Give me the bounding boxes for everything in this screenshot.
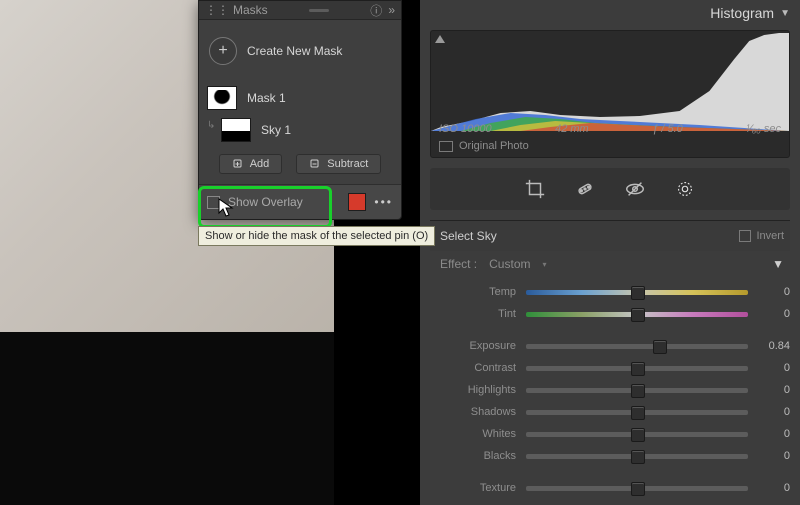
slider-track[interactable] [526, 312, 748, 317]
slider-knob[interactable] [653, 340, 667, 354]
canvas-empty [0, 332, 334, 505]
mask-tool-icon[interactable] [674, 178, 696, 200]
slider-contrast: Contrast 0 [430, 357, 790, 379]
heal-tool-icon[interactable] [574, 178, 596, 200]
tool-strip [430, 168, 790, 210]
create-new-mask-label: Create New Mask [247, 44, 342, 58]
slider-label: Exposure [430, 340, 526, 352]
slider-track[interactable] [526, 366, 748, 371]
original-photo-checkbox[interactable] [439, 141, 453, 152]
redeye-tool-icon[interactable] [624, 178, 646, 200]
invert-label: Invert [756, 230, 784, 242]
chevron-down-icon: ▼ [780, 8, 790, 19]
expand-icon[interactable]: » [388, 3, 395, 17]
slider-value[interactable]: 0 [748, 428, 790, 440]
slider-value[interactable]: 0 [748, 286, 790, 298]
meta-shutter: ¹⁄₆₀ sec [746, 123, 781, 135]
right-panel: Histogram ▼ ISO 10000 42 mm ƒ / 5.0 ¹⁄₆₀… [420, 0, 800, 505]
add-button[interactable]: Add [219, 154, 283, 174]
masks-title: Masks [233, 3, 268, 17]
slider-value[interactable]: 0 [748, 482, 790, 494]
slider-value[interactable]: 0 [748, 308, 790, 320]
plus-icon: + [209, 37, 237, 65]
subtract-icon [309, 158, 321, 170]
slider-track[interactable] [526, 388, 748, 393]
slider-value[interactable]: 0 [748, 450, 790, 462]
slider-label: Highlights [430, 384, 526, 396]
section-title: Select Sky [440, 229, 497, 243]
show-overlay-label: Show Overlay [228, 195, 303, 209]
slider-track[interactable] [526, 432, 748, 437]
slider-value[interactable]: 0 [748, 384, 790, 396]
histogram[interactable]: ISO 10000 42 mm ƒ / 5.0 ¹⁄₆₀ sec Origina… [430, 30, 790, 158]
histogram-title: Histogram [710, 5, 774, 21]
slider-knob[interactable] [631, 362, 645, 376]
slider-label: Whites [430, 428, 526, 440]
slider-temp: Temp 0 [430, 281, 790, 303]
slider-knob[interactable] [631, 482, 645, 496]
masks-panel[interactable]: ⋮⋮ Masks ⓘ » + Create New Mask Mask 1 Sky … [198, 0, 402, 220]
slider-whites: Whites 0 [430, 423, 790, 445]
slider-exposure: Exposure 0.84 [430, 335, 790, 357]
more-icon[interactable]: ••• [374, 195, 393, 209]
mask-component-sky[interactable]: Sky 1 [199, 114, 401, 146]
slider-knob[interactable] [631, 428, 645, 442]
slider-track[interactable] [526, 410, 748, 415]
effect-label: Effect : [440, 257, 477, 271]
sliders-group: Temp0Tint0Exposure0.84Contrast0Highlight… [430, 281, 790, 499]
slider-shadows: Shadows 0 [430, 401, 790, 423]
subtract-button[interactable]: Subtract [296, 154, 381, 174]
slider-highlights: Highlights 0 [430, 379, 790, 401]
slider-track[interactable] [526, 290, 748, 295]
slider-tint: Tint 0 [430, 303, 790, 325]
slider-track[interactable] [526, 486, 748, 491]
drag-handle-icon[interactable] [309, 9, 329, 12]
slider-value[interactable]: 0.84 [748, 340, 790, 352]
meta-focal: 42 mm [555, 123, 589, 135]
slider-track[interactable] [526, 454, 748, 459]
slider-label: Blacks [430, 450, 526, 462]
slider-label: Temp [430, 286, 526, 298]
slider-label: Shadows [430, 406, 526, 418]
effect-value[interactable]: Custom [489, 257, 530, 271]
invert-checkbox[interactable] [739, 230, 751, 242]
info-icon[interactable]: ⓘ [370, 2, 382, 19]
crop-tool-icon[interactable] [524, 178, 546, 200]
mask-item-1[interactable]: Mask 1 [199, 82, 401, 114]
slider-label: Texture [430, 482, 526, 494]
mask-component-label: Sky 1 [261, 123, 291, 137]
add-icon [232, 158, 244, 170]
histogram-header[interactable]: Histogram ▼ [420, 0, 800, 26]
meta-iso: ISO 10000 [439, 123, 492, 135]
tooltip: Show or hide the mask of the selected pi… [198, 226, 435, 246]
mask-thumb-icon [207, 86, 237, 110]
overlay-color-swatch[interactable] [348, 193, 366, 211]
sky-thumb-icon [221, 118, 251, 142]
slider-track[interactable] [526, 344, 748, 349]
slider-knob[interactable] [631, 286, 645, 300]
mask-item-label: Mask 1 [247, 91, 286, 105]
effect-dropdown-icon[interactable]: ▾ [542, 260, 546, 269]
slider-texture: Texture 0 [430, 477, 790, 499]
slider-knob[interactable] [631, 406, 645, 420]
slider-value[interactable]: 0 [748, 406, 790, 418]
show-overlay-checkbox[interactable] [207, 196, 220, 209]
histogram-graph [431, 31, 789, 131]
effect-collapse-icon[interactable]: ▼ [772, 257, 784, 271]
slider-knob[interactable] [631, 384, 645, 398]
create-new-mask-button[interactable]: + Create New Mask [199, 20, 401, 82]
grip-icon[interactable]: ⋮⋮ [205, 3, 229, 17]
slider-knob[interactable] [631, 308, 645, 322]
slider-label: Contrast [430, 362, 526, 374]
original-photo-label: Original Photo [459, 140, 529, 152]
slider-blacks: Blacks 0 [430, 445, 790, 467]
slider-label: Tint [430, 308, 526, 320]
slider-value[interactable]: 0 [748, 362, 790, 374]
slider-knob[interactable] [631, 450, 645, 464]
meta-aperture: ƒ / 5.0 [652, 123, 683, 135]
